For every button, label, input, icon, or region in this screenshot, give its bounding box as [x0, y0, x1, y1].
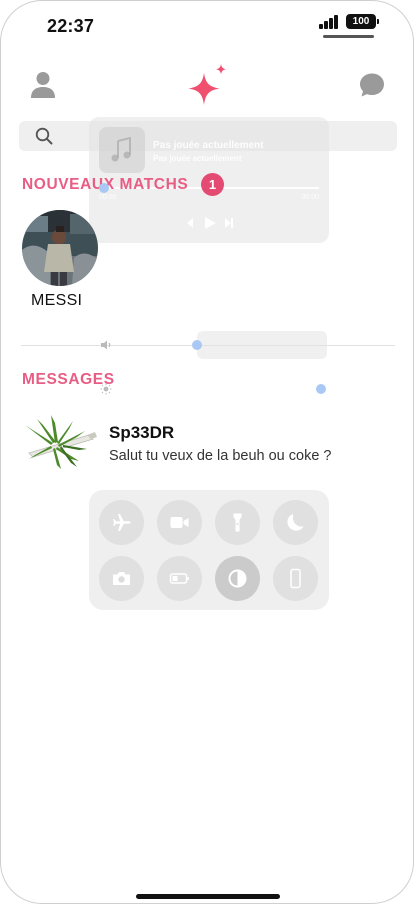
conversation-preview: Salut tu veux de la beuh ou coke ?	[109, 448, 332, 464]
media-subtitle: Pas jouée actuellement	[153, 154, 242, 163]
brightness-slider-knob	[316, 384, 326, 394]
flashlight-icon	[233, 513, 242, 532]
conversation-avatar	[25, 415, 97, 469]
airplane-icon	[113, 514, 131, 531]
screen-mirroring-button	[273, 556, 318, 601]
status-bar: 22:37 100	[1, 1, 413, 51]
home-indicator[interactable]	[136, 894, 280, 899]
volume-slider-overlay	[197, 331, 327, 359]
signal-icon	[319, 15, 343, 29]
dark-mode-button	[215, 556, 260, 601]
volume-slider-knob	[192, 340, 202, 350]
camera-icon	[113, 572, 130, 585]
media-elapsed: 00:00	[99, 194, 117, 201]
conversation-name: Sp33DR	[109, 423, 175, 442]
airplane-mode-button	[99, 500, 144, 545]
phone-icon	[290, 568, 301, 589]
low-power-button	[157, 556, 202, 601]
dark-mode-icon	[228, 569, 247, 588]
media-controls-icon	[187, 217, 233, 229]
media-title: Pas jouée actuellement	[153, 140, 264, 151]
battery-icon	[169, 573, 189, 584]
do-not-disturb-button	[273, 500, 318, 545]
match-avatar[interactable]	[22, 210, 98, 286]
new-matches-count-badge: 1	[201, 173, 224, 196]
volume-icon	[101, 340, 111, 350]
search-icon	[35, 127, 53, 145]
video-camera-button	[157, 500, 202, 545]
person-icon[interactable]	[30, 71, 56, 99]
media-remaining: 00:00	[301, 194, 319, 201]
camera-video-icon	[170, 517, 189, 528]
moon-icon	[287, 514, 304, 531]
message-row[interactable]: Sp33DR Salut tu veux de la beuh ou coke …	[21, 411, 395, 473]
status-time: 22:37	[47, 16, 95, 36]
battery-indicator: 100	[346, 14, 379, 29]
messages-heading: MESSAGES	[22, 371, 115, 388]
flashlight-button	[215, 500, 260, 545]
music-note-icon	[99, 127, 145, 173]
match-name[interactable]: MESSI	[31, 292, 82, 310]
control-center-overlay	[89, 490, 329, 610]
camera-button	[99, 556, 144, 601]
phone-screen: 22:37 100 Pas jouée actuellement Pas jou…	[0, 0, 414, 904]
chat-bubble-icon[interactable]	[359, 72, 385, 98]
status-bar-underline	[323, 35, 374, 38]
media-progress-knob	[99, 183, 109, 193]
sparkle-icon[interactable]	[187, 63, 229, 107]
